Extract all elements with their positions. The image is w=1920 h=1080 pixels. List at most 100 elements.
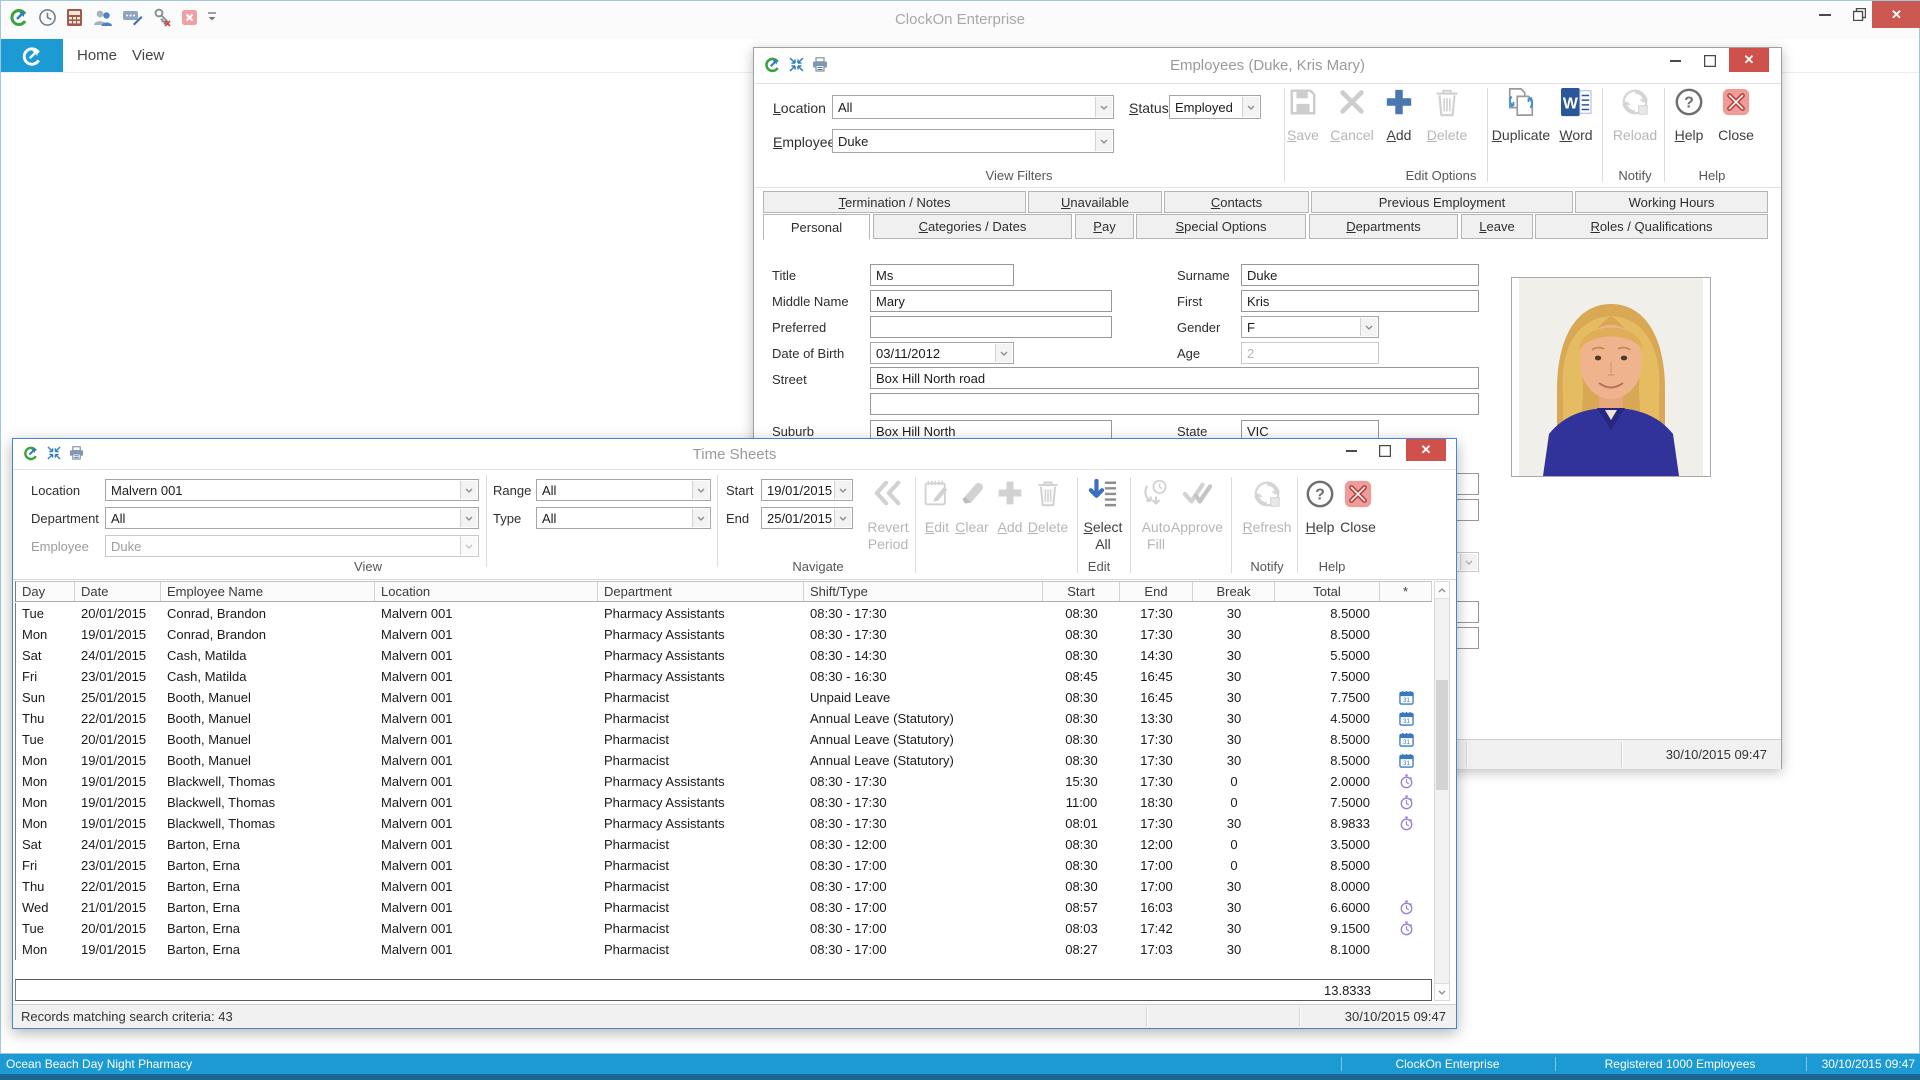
table-vertical-scrollbar[interactable]: [1434, 581, 1450, 1001]
collapse-window-icon[interactable]: [47, 446, 61, 460]
ts-start-date[interactable]: 19/01/2015: [761, 479, 853, 501]
timesheet-table-header[interactable]: Day Date Employee Name Location Departme…: [15, 581, 1432, 602]
print-icon[interactable]: [69, 446, 84, 460]
col-location[interactable]: Location: [375, 582, 598, 601]
duplicate-button[interactable]: Duplicate: [1490, 87, 1552, 145]
ts-location-select[interactable]: Malvern 001: [105, 479, 479, 501]
timesheets-close-button[interactable]: ✕: [1406, 439, 1446, 461]
table-row[interactable]: Thu22/01/2015Booth, ManuelMalvern 001Pha…: [16, 708, 1432, 729]
col-start[interactable]: Start: [1043, 582, 1120, 601]
customize-toolbar-icon[interactable]: [207, 11, 217, 23]
main-restore-button[interactable]: [1843, 1, 1875, 28]
ts-help-button[interactable]: ? Help: [1301, 479, 1339, 537]
collapse-window-icon[interactable]: [789, 57, 804, 72]
ribbon-tab-view[interactable]: View: [132, 39, 164, 72]
chevron-down-icon[interactable]: [1095, 97, 1112, 117]
employees-location-select[interactable]: All: [832, 95, 1114, 119]
col-department[interactable]: Department: [598, 582, 804, 601]
col-flags[interactable]: *: [1380, 582, 1432, 601]
help-button[interactable]: ? Help: [1670, 87, 1708, 145]
tab-previous-employment[interactable]: Previous Employment: [1311, 191, 1573, 213]
tab-unavailable[interactable]: Unavailable: [1028, 191, 1162, 213]
col-end[interactable]: End: [1120, 582, 1193, 601]
first-name-field[interactable]: Kris: [1241, 290, 1479, 312]
ribbon-app-button[interactable]: [1, 39, 63, 72]
col-date[interactable]: Date: [75, 582, 161, 601]
table-row[interactable]: Mon19/01/2015Blackwell, ThomasMalvern 00…: [16, 792, 1432, 813]
employees-employee-select[interactable]: Duke: [832, 129, 1114, 153]
tab-termination-notes[interactable]: Termination / Notes: [763, 191, 1026, 213]
chevron-down-icon[interactable]: [834, 481, 851, 499]
table-row[interactable]: Thu22/01/2015Barton, ErnaMalvern 001Phar…: [16, 876, 1432, 897]
access-key-icon[interactable]: [152, 7, 172, 27]
table-row[interactable]: Wed21/01/2015Barton, ErnaMalvern 001Phar…: [16, 897, 1432, 918]
tab-categories-dates[interactable]: Categories / Dates: [873, 214, 1072, 239]
ts-department-select[interactable]: All: [105, 507, 479, 529]
clockon-logo-icon[interactable]: [9, 7, 29, 27]
chevron-down-icon[interactable]: [834, 509, 851, 527]
chevron-down-icon[interactable]: [1360, 318, 1377, 336]
middle-name-field[interactable]: Mary: [870, 290, 1112, 312]
employees-icon[interactable]: [92, 8, 113, 27]
table-row[interactable]: Tue20/01/2015Conrad, BrandonMalvern 001P…: [16, 603, 1432, 624]
employees-close-button[interactable]: ✕: [1729, 48, 1769, 72]
chevron-down-icon[interactable]: [692, 481, 709, 499]
employees-status-select[interactable]: Employed: [1169, 95, 1261, 119]
scroll-up-button[interactable]: [1435, 582, 1449, 599]
table-row[interactable]: Fri23/01/2015Barton, ErnaMalvern 001Phar…: [16, 855, 1432, 876]
col-total[interactable]: Total: [1275, 582, 1380, 601]
col-employee-name[interactable]: Employee Name: [161, 582, 375, 601]
table-row[interactable]: Mon19/01/2015Barton, ErnaMalvern 001Phar…: [16, 939, 1432, 960]
table-row[interactable]: Sat24/01/2015Barton, ErnaMalvern 001Phar…: [16, 834, 1432, 855]
chevron-down-icon[interactable]: [1460, 554, 1477, 570]
col-shift-type[interactable]: Shift/Type: [804, 582, 1043, 601]
tab-contacts[interactable]: Contacts: [1164, 191, 1309, 213]
tab-roles-qualifications[interactable]: Roles / Qualifications: [1535, 214, 1768, 239]
tab-personal[interactable]: Personal: [763, 214, 870, 240]
table-row[interactable]: Mon19/01/2015Blackwell, ThomasMalvern 00…: [16, 813, 1432, 834]
street2-field[interactable]: [870, 393, 1479, 415]
print-icon[interactable]: [812, 57, 828, 72]
calculator-icon[interactable]: [66, 8, 83, 27]
gender-select[interactable]: F: [1241, 316, 1379, 338]
table-row[interactable]: Fri23/01/2015Cash, MatildaMalvern 001Pha…: [16, 666, 1432, 687]
timesheets-minimize-button[interactable]: [1335, 439, 1367, 463]
table-row[interactable]: Sun25/01/2015Booth, ManuelMalvern 001Pha…: [16, 687, 1432, 708]
col-break[interactable]: Break: [1193, 582, 1275, 601]
table-row[interactable]: Sat24/01/2015Cash, MatildaMalvern 001Pha…: [16, 645, 1432, 666]
col-day[interactable]: Day: [16, 582, 75, 601]
street-field[interactable]: Box Hill North road: [870, 367, 1479, 389]
ribbon-tab-home[interactable]: Home: [77, 39, 117, 72]
tab-working-hours[interactable]: Working Hours: [1575, 191, 1768, 213]
table-row[interactable]: Mon19/01/2015Blackwell, ThomasMalvern 00…: [16, 771, 1432, 792]
chevron-down-icon[interactable]: [692, 509, 709, 527]
ts-end-date[interactable]: 25/01/2015: [761, 507, 853, 529]
table-row[interactable]: Mon19/01/2015Conrad, BrandonMalvern 001P…: [16, 624, 1432, 645]
chevron-down-icon[interactable]: [1095, 131, 1112, 151]
chevron-down-icon[interactable]: [1242, 97, 1259, 117]
tab-special-options[interactable]: Special Options: [1136, 214, 1306, 239]
dob-field[interactable]: 03/11/2012: [870, 342, 1014, 364]
table-row[interactable]: Mon19/01/2015Booth, ManuelMalvern 001Pha…: [16, 750, 1432, 771]
table-row[interactable]: Tue20/01/2015Booth, ManuelMalvern 001Pha…: [16, 729, 1432, 750]
chevron-down-icon[interactable]: [460, 481, 477, 499]
remove-icon[interactable]: [181, 9, 198, 26]
timesheets-maximize-button[interactable]: [1369, 439, 1401, 463]
chevron-down-icon[interactable]: [995, 344, 1012, 362]
employees-minimize-button[interactable]: [1659, 48, 1691, 74]
main-minimize-button[interactable]: [1809, 1, 1841, 28]
surname-field[interactable]: Duke: [1241, 264, 1479, 286]
tab-pay[interactable]: Pay: [1075, 214, 1134, 239]
tab-departments[interactable]: Departments: [1309, 214, 1458, 239]
add-button[interactable]: Add: [1379, 87, 1419, 145]
main-close-button[interactable]: ✕: [1872, 1, 1920, 28]
tab-leave[interactable]: Leave: [1461, 214, 1533, 239]
close-button[interactable]: Close: [1713, 87, 1759, 144]
title-field[interactable]: Ms: [870, 264, 1014, 286]
chevron-down-icon[interactable]: [460, 509, 477, 527]
word-button[interactable]: W Word: [1554, 87, 1598, 145]
preferred-field[interactable]: [870, 316, 1112, 338]
scroll-thumb[interactable]: [1436, 680, 1448, 790]
clock-icon[interactable]: [38, 8, 57, 27]
messages-icon[interactable]: [122, 8, 143, 26]
